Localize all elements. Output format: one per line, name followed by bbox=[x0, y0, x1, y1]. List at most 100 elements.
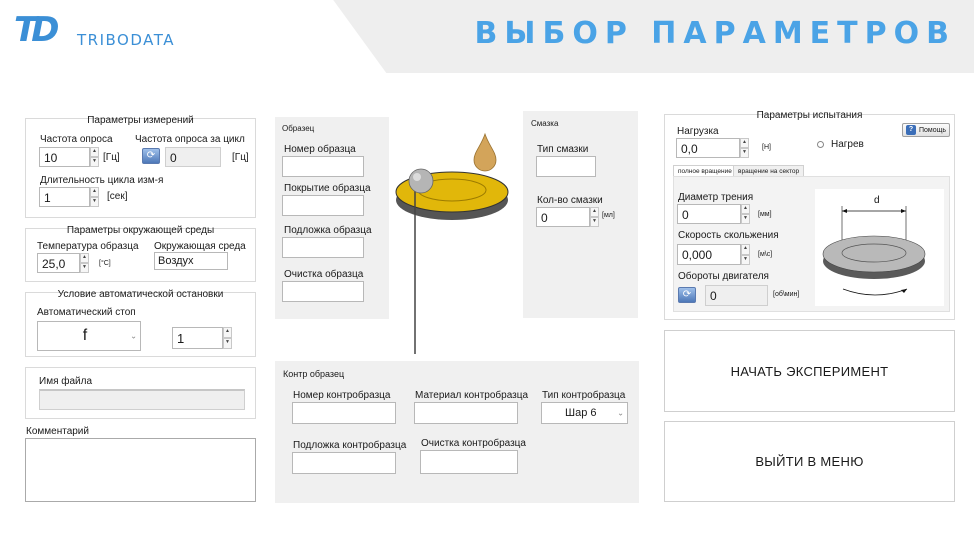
diameter-input[interactable]: 0 bbox=[677, 204, 741, 224]
temp-input[interactable]: 25,0 bbox=[37, 253, 80, 273]
sample-number-input[interactable] bbox=[282, 156, 364, 177]
help-button[interactable]: ? Помощь bbox=[902, 123, 951, 137]
help-label: Помощь bbox=[919, 126, 947, 134]
droplet-icon bbox=[473, 132, 497, 172]
filename-input[interactable] bbox=[39, 389, 245, 410]
counter-material-input[interactable] bbox=[414, 402, 518, 424]
speed-spinbox[interactable]: 0,000 ▲ ▼ bbox=[677, 244, 750, 265]
tab-content: Диаметр трения 0 ▲ ▼ [мм] Скорость скольж… bbox=[673, 176, 950, 312]
speed-input[interactable]: 0,000 bbox=[677, 244, 741, 265]
up-arrow-icon[interactable]: ▲ bbox=[590, 207, 599, 217]
autostop-count-input[interactable]: 1 bbox=[172, 327, 223, 349]
sample-substrate-label: Подложка образца bbox=[284, 225, 372, 236]
up-arrow-icon[interactable]: ▲ bbox=[223, 327, 232, 338]
up-arrow-icon[interactable]: ▲ bbox=[80, 253, 89, 263]
load-spinbox[interactable]: 0,0 ▲ ▼ bbox=[676, 138, 749, 158]
down-arrow-icon[interactable]: ▼ bbox=[90, 197, 99, 207]
duration-unit: [сек] bbox=[107, 191, 128, 202]
autostop-group: Условие автоматической остановки Автомат… bbox=[25, 289, 256, 357]
tribometer-illustration bbox=[395, 132, 509, 354]
temp-unit: [°С] bbox=[99, 260, 111, 267]
ball-icon bbox=[408, 168, 434, 194]
start-experiment-button[interactable]: НАЧАТЬ ЭКСПЕРИМЕНТ bbox=[664, 330, 955, 412]
counter-type-value: Шар 6 bbox=[565, 407, 597, 419]
comment-label: Комментарий bbox=[26, 426, 89, 437]
duration-spinbox[interactable]: 1 ▲ ▼ bbox=[39, 187, 99, 207]
up-arrow-icon[interactable]: ▲ bbox=[741, 204, 750, 214]
down-arrow-icon[interactable]: ▼ bbox=[741, 214, 750, 224]
freq-spinbox[interactable]: 10 ▲ ▼ bbox=[39, 147, 99, 167]
down-arrow-icon[interactable]: ▼ bbox=[80, 263, 89, 273]
refresh-button[interactable]: ⟳ bbox=[142, 148, 160, 164]
up-arrow-icon[interactable]: ▲ bbox=[741, 244, 750, 255]
diameter-spinbox[interactable]: 0 ▲ ▼ bbox=[677, 204, 750, 224]
lubricant-amount-label: Кол-во смазки bbox=[537, 195, 603, 206]
freq-cycle-label: Частота опроса за цикл bbox=[135, 134, 245, 145]
counter-cleaning-label: Очистка контробразца bbox=[421, 438, 526, 449]
speed-stepper[interactable]: ▲ ▼ bbox=[741, 244, 750, 265]
heating-radio[interactable] bbox=[817, 141, 824, 148]
filename-group: Имя файла bbox=[25, 367, 256, 419]
chevron-down-icon: ⌄ bbox=[617, 408, 624, 418]
exit-menu-button[interactable]: ВЫЙТИ В МЕНЮ bbox=[664, 421, 955, 502]
refresh-icon: ⟳ bbox=[682, 289, 692, 300]
disk-diagram: d bbox=[815, 189, 944, 306]
counter-material-label: Материал контробразца bbox=[415, 390, 529, 401]
counter-type-dropdown[interactable]: Шар 6 ⌄ bbox=[541, 402, 628, 424]
temp-label: Температура образца bbox=[37, 241, 139, 252]
temp-spinbox[interactable]: 25,0 ▲ ▼ bbox=[37, 253, 89, 273]
filename-label: Имя файла bbox=[39, 376, 93, 387]
environment-title: Параметры окружающей среды bbox=[66, 225, 215, 236]
speed-label: Скорость скольжения bbox=[678, 230, 779, 241]
rpm-refresh-button[interactable]: ⟳ bbox=[678, 287, 696, 303]
down-arrow-icon[interactable]: ▼ bbox=[740, 148, 749, 158]
down-arrow-icon[interactable]: ▼ bbox=[741, 254, 750, 265]
counter-cleaning-input[interactable] bbox=[420, 450, 518, 474]
freq-stepper[interactable]: ▲ ▼ bbox=[90, 147, 99, 167]
sample-substrate-input[interactable] bbox=[282, 237, 364, 258]
counter-number-label: Номер контробразца bbox=[293, 390, 391, 401]
env-input[interactable]: Воздух bbox=[154, 252, 228, 270]
duration-stepper[interactable]: ▲ ▼ bbox=[90, 187, 99, 207]
diameter-stepper[interactable]: ▲ ▼ bbox=[741, 204, 750, 224]
comment-textarea[interactable] bbox=[25, 438, 256, 502]
freq-cycle-input: 0 bbox=[165, 147, 221, 167]
down-arrow-icon[interactable]: ▼ bbox=[590, 217, 599, 227]
test-group: Параметры испытания Нагрузка 0,0 ▲ ▼ [Н] … bbox=[664, 110, 955, 320]
sample-cleaning-input[interactable] bbox=[282, 281, 364, 302]
lubricant-type-input[interactable] bbox=[536, 156, 596, 177]
counter-substrate-label: Подложка контробразца bbox=[293, 440, 407, 451]
counter-panel: Контр образец Номер контробразца Материа… bbox=[275, 361, 639, 503]
autostop-count-stepper[interactable]: ▲ ▼ bbox=[223, 327, 232, 349]
freq-input[interactable]: 10 bbox=[39, 147, 90, 167]
counter-type-label: Тип контробразца bbox=[542, 390, 626, 401]
down-arrow-icon[interactable]: ▼ bbox=[90, 157, 99, 167]
rotation-arrow-icon bbox=[842, 288, 908, 296]
duration-input[interactable]: 1 bbox=[39, 187, 90, 207]
load-stepper[interactable]: ▲ ▼ bbox=[740, 138, 749, 158]
lubricant-amount-stepper[interactable]: ▲ ▼ bbox=[590, 207, 599, 227]
heating-label: Нагрев bbox=[831, 139, 864, 150]
autostop-dropdown[interactable]: f ⌄ bbox=[37, 321, 141, 351]
up-arrow-icon[interactable]: ▲ bbox=[90, 147, 99, 157]
lubricant-title: Смазка bbox=[531, 119, 559, 128]
temp-stepper[interactable]: ▲ ▼ bbox=[80, 253, 89, 273]
autostop-title: Условие автоматической остановки bbox=[57, 289, 224, 300]
page-title: ВЫБОР ПАРАМЕТРОВ bbox=[474, 16, 956, 51]
rpm-unit: [об\мин] bbox=[773, 291, 800, 298]
down-arrow-icon[interactable]: ▼ bbox=[223, 338, 232, 349]
counter-number-input[interactable] bbox=[292, 402, 396, 424]
measurement-title: Параметры измерений bbox=[87, 115, 194, 126]
lubricant-amount-spinbox[interactable]: 0 ▲ ▼ bbox=[536, 207, 599, 227]
sample-cleaning-label: Очистка образца bbox=[284, 269, 364, 280]
up-arrow-icon[interactable]: ▲ bbox=[90, 187, 99, 197]
diameter-unit: [мм] bbox=[758, 211, 772, 218]
counter-substrate-input[interactable] bbox=[292, 452, 396, 474]
header: TD TRIBODATA ВЫБОР ПАРАМЕТРОВ bbox=[0, 0, 974, 73]
lubricant-amount-input[interactable]: 0 bbox=[536, 207, 590, 227]
load-input[interactable]: 0,0 bbox=[676, 138, 740, 158]
sample-coating-input[interactable] bbox=[282, 195, 364, 216]
up-arrow-icon[interactable]: ▲ bbox=[740, 138, 749, 148]
autostop-count-spinbox[interactable]: 1 ▲ ▼ bbox=[172, 327, 232, 349]
diameter-label: Диаметр трения bbox=[678, 192, 754, 203]
